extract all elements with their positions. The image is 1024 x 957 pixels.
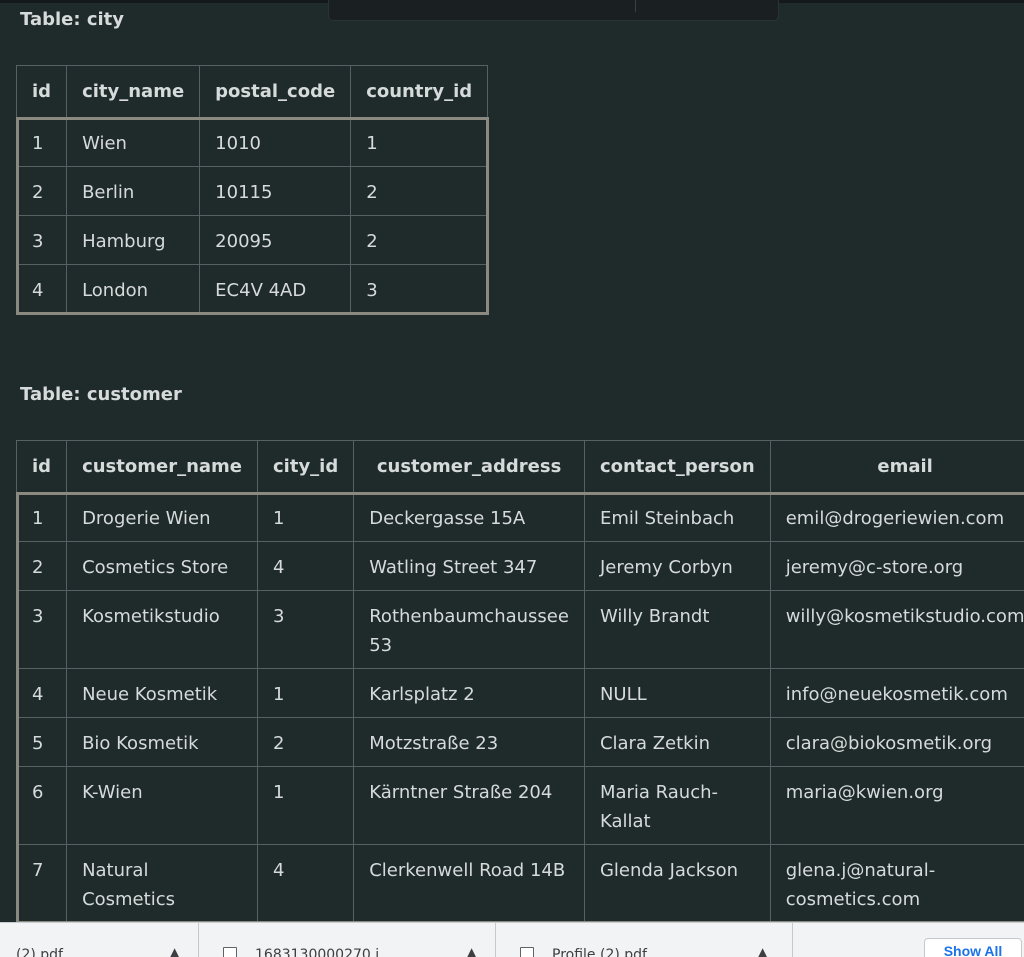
- table-row: 3Hamburg200952: [17, 216, 488, 265]
- table-row: 1Wien10101: [17, 118, 488, 167]
- table-cell: Bio Kosmetik: [67, 718, 258, 767]
- popup-edge: [328, 0, 779, 21]
- table-cell: 6: [17, 767, 67, 845]
- table-row: 2Berlin101152: [17, 167, 488, 216]
- table-cell: Kärntner Straße 204: [354, 767, 585, 845]
- table-cell: K-Wien: [67, 767, 258, 845]
- table-cell: Clerkenwell Road 14B: [354, 845, 585, 923]
- table-cell: Motzstraße 23: [354, 718, 585, 767]
- table-cell: Berlin: [67, 167, 200, 216]
- table-row: 1Drogerie Wien1Deckergasse 15AEmil Stein…: [17, 493, 1024, 542]
- column-header: id: [17, 441, 67, 493]
- table-cell: Karlsplatz 2: [354, 669, 585, 718]
- table-cell: Emil Steinbach: [584, 493, 770, 542]
- chevron-up-icon[interactable]: ▲: [758, 945, 767, 957]
- table-cell: Deckergasse 15A: [354, 493, 585, 542]
- table-cell: 2: [17, 167, 67, 216]
- table-row: 3Kosmetikstudio3Rothenbaumchaussee 53Wil…: [17, 591, 1024, 669]
- column-header: email: [770, 441, 1024, 493]
- table-cell: 1: [258, 767, 354, 845]
- table-cell: 3: [258, 591, 354, 669]
- column-header: city_id: [258, 441, 354, 493]
- customer-table-title: Table: customer: [20, 384, 182, 405]
- table-cell: Rothenbaumchaussee 53: [354, 591, 585, 669]
- table-row: 5Bio Kosmetik2Motzstraße 23Clara Zetkinc…: [17, 718, 1024, 767]
- table-cell: Clara Zetkin: [584, 718, 770, 767]
- table-row: 6K-Wien1Kärntner Straße 204Maria Rauch- …: [17, 767, 1024, 845]
- table-cell: 20095: [200, 216, 351, 265]
- table-cell: Drogerie Wien: [67, 493, 258, 542]
- city-table-body: 1Wien101012Berlin1011523Hamburg2009524Lo…: [17, 118, 488, 314]
- customer-table-body: 1Drogerie Wien1Deckergasse 15AEmil Stein…: [17, 493, 1024, 923]
- table-cell: Watling Street 347: [354, 542, 585, 591]
- table-cell: clara@biokosmetik.org: [770, 718, 1024, 767]
- table-row: 4LondonEC4V 4AD3: [17, 265, 488, 314]
- table-cell: Jeremy Corbyn: [584, 542, 770, 591]
- table-row: 7Natural Cosmetics4Clerkenwell Road 14BG…: [17, 845, 1024, 923]
- column-header: customer_address: [354, 441, 585, 493]
- table-cell: 4: [258, 542, 354, 591]
- column-header: contact_person: [584, 441, 770, 493]
- column-header: postal_code: [200, 66, 351, 118]
- table-cell: 1: [351, 118, 488, 167]
- table-cell: 3: [17, 591, 67, 669]
- table-cell: Cosmetics Store: [67, 542, 258, 591]
- chevron-up-icon[interactable]: ▲: [170, 945, 179, 957]
- table-cell: 2: [17, 542, 67, 591]
- table-cell: 1: [17, 493, 67, 542]
- table-cell: 2: [351, 216, 488, 265]
- download-bar: (2).pdf ▲ 1683130000270.j... ▲ Profile (…: [0, 922, 1024, 957]
- city-table-title: Table: city: [20, 9, 124, 30]
- table-cell: glena.j@natural- cosmetics.com: [770, 845, 1024, 923]
- table-cell: Glenda Jackson: [584, 845, 770, 923]
- table-cell: Wien: [67, 118, 200, 167]
- table-cell: 1: [258, 669, 354, 718]
- table-cell: 2: [258, 718, 354, 767]
- table-row: 2Cosmetics Store4Watling Street 347Jerem…: [17, 542, 1024, 591]
- table-cell: 5: [17, 718, 67, 767]
- column-header: id: [17, 66, 67, 118]
- city-table: id city_name postal_code country_id 1Wie…: [16, 65, 488, 314]
- table-cell: Hamburg: [67, 216, 200, 265]
- chevron-up-icon[interactable]: ▲: [467, 945, 476, 957]
- table-cell: EC4V 4AD: [200, 265, 351, 314]
- table-cell: London: [67, 265, 200, 314]
- download-item[interactable]: Profile (2).pdf ▲: [496, 923, 793, 957]
- table-cell: 2: [351, 167, 488, 216]
- table-cell: 3: [351, 265, 488, 314]
- table-cell: emil@drogeriewien.com: [770, 493, 1024, 542]
- table-header-row: id customer_name city_id customer_addres…: [17, 441, 1024, 493]
- table-cell: 4: [17, 669, 67, 718]
- download-item[interactable]: 1683130000270.j... ▲: [199, 923, 496, 957]
- table-cell: Kosmetikstudio: [67, 591, 258, 669]
- column-header: city_name: [67, 66, 200, 118]
- table-cell: maria@kwien.org: [770, 767, 1024, 845]
- column-header: country_id: [351, 66, 488, 118]
- download-item[interactable]: (2).pdf ▲: [0, 923, 199, 957]
- table-cell: 4: [17, 265, 67, 314]
- table-cell: 7: [17, 845, 67, 923]
- table-cell: NULL: [584, 669, 770, 718]
- table-row: 4Neue Kosmetik1Karlsplatz 2NULLinfo@neue…: [17, 669, 1024, 718]
- popup-divider: [635, 0, 636, 12]
- table-cell: 10115: [200, 167, 351, 216]
- column-header: customer_name: [67, 441, 258, 493]
- table-cell: Willy Brandt: [584, 591, 770, 669]
- table-cell: 1: [258, 493, 354, 542]
- table-cell: 1010: [200, 118, 351, 167]
- table-cell: 4: [258, 845, 354, 923]
- table-header-row: id city_name postal_code country_id: [17, 66, 488, 118]
- show-all-button[interactable]: Show All: [924, 938, 1022, 957]
- table-cell: jeremy@c-store.org: [770, 542, 1024, 591]
- table-cell: 3: [17, 216, 67, 265]
- table-cell: Natural Cosmetics: [67, 845, 258, 923]
- table-cell: Neue Kosmetik: [67, 669, 258, 718]
- table-cell: 1: [17, 118, 67, 167]
- table-cell: info@neuekosmetik.com: [770, 669, 1024, 718]
- table-cell: Maria Rauch- Kallat: [584, 767, 770, 845]
- customer-table: id customer_name city_id customer_addres…: [16, 440, 1024, 923]
- table-cell: willy@kosmetikstudio.com: [770, 591, 1024, 669]
